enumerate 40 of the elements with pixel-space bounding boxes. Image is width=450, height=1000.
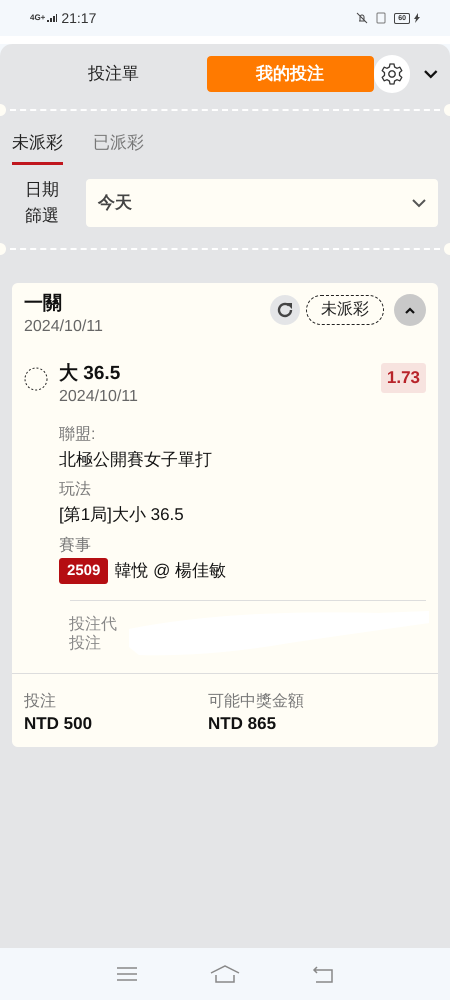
radio-icon xyxy=(24,366,48,390)
redacted-label: 投注代 xyxy=(69,615,117,634)
back-icon[interactable] xyxy=(312,964,334,984)
filter-tab[interactable]: 已派彩 xyxy=(93,130,144,164)
filter-tab[interactable]: 未派彩 xyxy=(12,130,63,164)
chevron-up-icon xyxy=(404,306,416,314)
settings-icon xyxy=(380,62,404,86)
bet-date: 2024/10/11 xyxy=(24,316,104,336)
header-tab[interactable]: 投注單 xyxy=(30,56,197,92)
detail-label: 賽事 xyxy=(59,536,92,556)
signal-icon xyxy=(47,14,58,22)
pick-date: 2024/10/11 xyxy=(59,386,139,406)
bell-off-icon xyxy=(356,12,368,24)
detail-label: 聯盟: xyxy=(59,424,96,444)
amount-label: 投注 xyxy=(24,692,57,711)
detail-label: 玩法 xyxy=(59,480,92,500)
chevron-down-icon[interactable] xyxy=(424,69,438,79)
chevron-down-icon xyxy=(412,198,426,208)
bet-title: 一關 xyxy=(24,292,63,314)
redacted-label: 投注 xyxy=(69,634,101,653)
status-time: 21:17 xyxy=(61,8,96,28)
menu-icon[interactable] xyxy=(116,966,138,982)
detail-value: 韓悅 @ 楊佳敏 xyxy=(114,560,226,582)
amount-value: NTD 865 xyxy=(208,713,278,735)
match-id-badge: 2509 xyxy=(59,558,108,584)
odds-badge: 1.73 xyxy=(380,362,426,392)
status-badge: 未派彩 xyxy=(306,294,384,324)
refresh-button[interactable] xyxy=(270,294,300,324)
amount-value: NTD 500 xyxy=(24,713,94,735)
collapse-button[interactable] xyxy=(394,294,426,326)
home-icon[interactable] xyxy=(208,964,241,984)
detail-value: [第1局]大小 36.5 xyxy=(59,504,184,526)
bet-pick: 大 36.5 xyxy=(59,362,122,384)
settings-button[interactable] xyxy=(374,55,410,93)
detail-value: 北極公開賽女子單打 xyxy=(59,448,212,470)
network-label: 4G+ xyxy=(30,14,46,22)
date-dropdown[interactable]: 今天 xyxy=(86,178,438,226)
amount-label: 可能中獎金額 xyxy=(208,692,305,711)
charging-icon xyxy=(414,13,420,23)
filter-label: 日期篩選 xyxy=(25,178,59,226)
